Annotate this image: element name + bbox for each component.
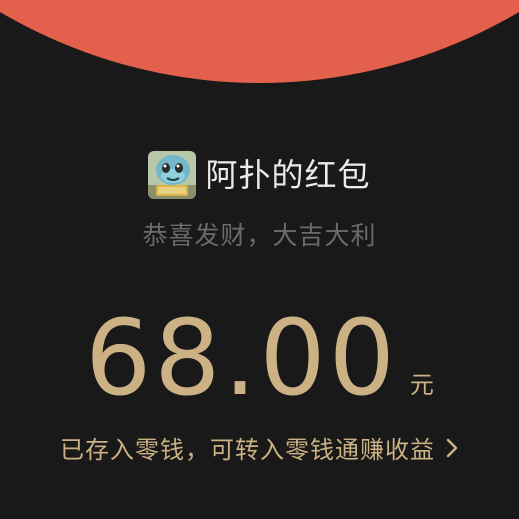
amount-unit: 元 [409, 371, 434, 399]
sender-row: 阿扑的红包 [0, 151, 519, 199]
wallet-note-text: 已存入零钱，可转入零钱通赚收益 [60, 436, 435, 464]
squirtle-avatar-icon [148, 151, 197, 199]
red-packet-detail-screen: 阿扑的红包 恭喜发财，大吉大利 68.00 元 已存入零钱，可转入零钱通赚收益 [0, 0, 519, 519]
amount-row: 68.00 元 [0, 297, 519, 419]
blessing-message: 恭喜发财，大吉大利 [142, 221, 377, 250]
wallet-note-link[interactable]: 已存入零钱，可转入零钱通赚收益 [0, 430, 519, 465]
amount-value: 68.00 [85, 297, 398, 419]
red-packet-header-arc [0, 0, 519, 83]
chevron-right-icon [445, 437, 459, 459]
sender-name: 阿扑的红包 [205, 156, 371, 194]
